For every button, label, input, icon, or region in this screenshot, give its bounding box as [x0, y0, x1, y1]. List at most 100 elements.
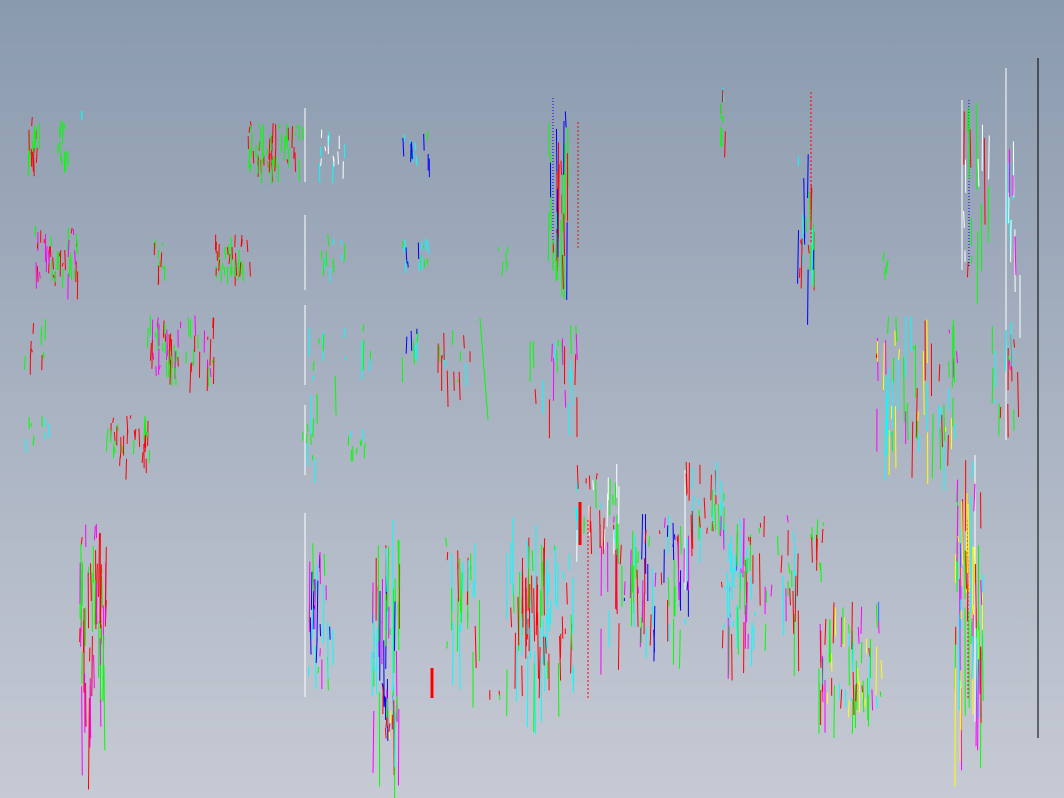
fragment-cluster [33, 153, 35, 177]
fragment-cluster [31, 117, 33, 127]
fragment-cluster [721, 630, 724, 649]
fragment-cluster [138, 428, 141, 448]
fragment-cluster [970, 256, 973, 265]
fragment-cluster [956, 479, 959, 503]
fragment-cluster [91, 635, 93, 697]
fragment-cluster [394, 712, 396, 767]
fragment-cluster [393, 588, 395, 673]
fragment-cluster [561, 616, 564, 639]
fragment-cluster [81, 686, 83, 776]
fragment-cluster [746, 581, 748, 623]
fragment-cluster [810, 533, 812, 538]
fragment-cluster [543, 538, 546, 591]
fragment-cluster [375, 667, 378, 695]
fragment-cluster [828, 619, 831, 664]
fragment-cluster [954, 668, 956, 787]
fragment-cluster [36, 242, 39, 249]
fragment-cluster [170, 356, 173, 386]
fragment-cluster [249, 261, 251, 277]
fragment-cluster [740, 568, 742, 573]
fragment-cluster [947, 435, 949, 466]
fragment-cluster [726, 571, 729, 618]
fragment-cluster [938, 364, 941, 382]
fragment-cluster [307, 666, 310, 676]
fragment-cluster [310, 571, 313, 610]
fragment-cluster [125, 458, 128, 480]
fragment-cluster [458, 625, 461, 690]
fragment-cluster [238, 249, 240, 269]
fragment-cluster [822, 522, 825, 527]
fragment-cluster [407, 261, 409, 268]
fragment-cluster [557, 339, 560, 347]
fragment-cluster [402, 241, 404, 248]
fragment-cluster [719, 521, 721, 526]
fragment-cluster [405, 336, 408, 354]
fragment-cluster [606, 493, 609, 527]
fragment-cluster [312, 570, 315, 592]
fragment-cluster [63, 152, 66, 173]
fragment-cluster [546, 562, 548, 624]
fragment-cluster [410, 330, 413, 351]
fragment-cluster [807, 154, 809, 198]
fragment-cluster [373, 636, 376, 652]
fragment-cluster [965, 550, 967, 589]
fragment-cluster [372, 582, 374, 623]
fragment-cluster [271, 123, 274, 144]
fragment-cluster [285, 123, 288, 142]
fragment-cluster [861, 685, 864, 693]
fragment-cluster [64, 250, 66, 271]
fragment-cluster [414, 142, 417, 151]
fragment-cluster [833, 685, 835, 739]
fragment-cluster [556, 189, 559, 258]
fragment-cluster [362, 339, 365, 371]
fragment-cluster [575, 506, 578, 521]
fragment-cluster [988, 135, 990, 180]
fragment-cluster [543, 636, 545, 666]
fragment-cluster [462, 561, 464, 593]
fragment-cluster [105, 546, 107, 608]
fragment-cluster [654, 572, 657, 587]
fragment-cluster [879, 691, 882, 697]
fragment-cluster [877, 601, 880, 634]
fragment-cluster [615, 555, 618, 615]
fragment-cluster [750, 621, 753, 667]
fragment-cluster [288, 147, 290, 168]
fragment-cluster [162, 265, 164, 270]
fragment-cluster [68, 256, 71, 277]
fragment-cluster [588, 475, 591, 490]
fragment-cluster [805, 217, 807, 233]
fragment-cluster [952, 397, 954, 427]
fragment-cluster [864, 698, 866, 708]
fragment-cluster [337, 151, 339, 165]
fragment-cluster [1010, 322, 1013, 367]
fragment-cluster [148, 450, 151, 463]
fragment-cluster [397, 602, 400, 651]
fragment-cluster [456, 598, 459, 652]
fragment-cluster [60, 120, 62, 135]
fragment-cluster [631, 530, 634, 593]
fragment-cluster [963, 111, 965, 165]
fragment-cluster [309, 617, 312, 655]
fragment-cluster [252, 150, 255, 164]
fragment-cluster [291, 126, 293, 149]
fragment-cluster [983, 138, 986, 225]
fragment-cluster [474, 543, 476, 598]
fragment-cluster [976, 230, 979, 304]
fragment-cluster [812, 249, 815, 270]
fragment-cluster [58, 126, 61, 139]
fragment-cluster [32, 435, 35, 446]
fragment-cluster [891, 431, 894, 452]
fragment-cluster [230, 254, 233, 275]
fragment-cluster [1007, 162, 1009, 224]
fragment-cluster [220, 265, 222, 282]
fragment-cluster [527, 546, 530, 609]
fragment-cluster [566, 582, 568, 605]
fragment-cluster [561, 338, 564, 365]
fragment-cluster [822, 656, 825, 685]
fragment-cluster [1007, 192, 1010, 224]
fragment-cluster [951, 325, 954, 388]
fragment-cluster [750, 576, 753, 600]
fragment-cluster [194, 315, 197, 336]
fragment-cluster [851, 601, 853, 650]
cad-viewport[interactable] [0, 0, 1064, 798]
